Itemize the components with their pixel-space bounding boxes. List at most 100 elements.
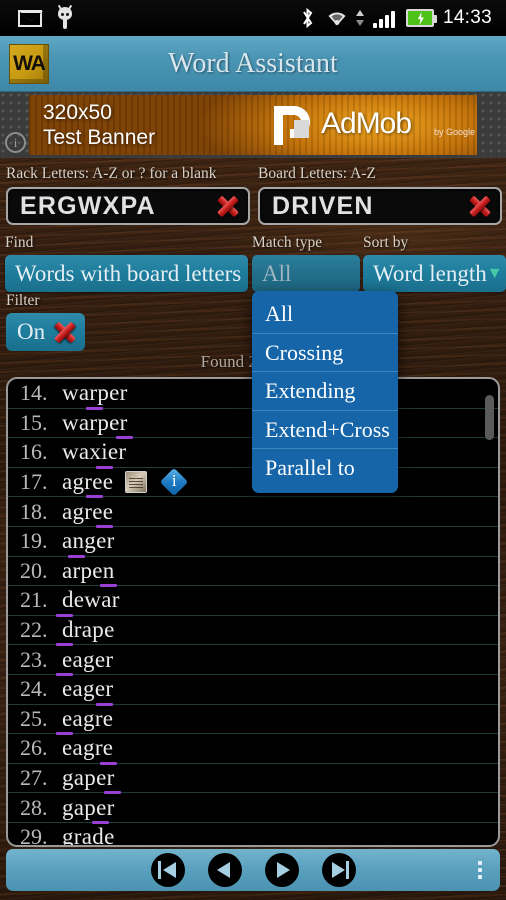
- row-index: 22.: [20, 617, 48, 643]
- sort-by-spinner[interactable]: Word length ▼: [363, 255, 506, 292]
- row-index: 20.: [20, 557, 48, 583]
- list-scrollbar-thumb[interactable]: [485, 395, 494, 440]
- overflow-menu-button[interactable]: [478, 861, 482, 879]
- row-word: eagre: [62, 735, 114, 761]
- find-section: Find Words with board letters: [5, 234, 248, 292]
- android-bug-icon: [56, 4, 74, 29]
- rack-letters-value: ERGWXPA: [20, 191, 156, 220]
- match-type-option-crossing[interactable]: Crossing: [252, 334, 398, 372]
- match-type-value: All: [262, 260, 292, 286]
- ad-brand-attribution: by Google: [434, 127, 476, 137]
- row-word: gaper: [62, 794, 115, 820]
- row-word: agree: [62, 498, 114, 524]
- board-letters-value: DRIVEN: [272, 191, 374, 220]
- row-word: drape: [62, 617, 115, 643]
- row-word: warper: [62, 380, 128, 406]
- previous-page-button[interactable]: [207, 853, 242, 887]
- match-type-option-extend-cross[interactable]: Extend+Cross: [252, 411, 398, 449]
- row-word: eager: [62, 676, 114, 702]
- row-index: 24.: [20, 676, 48, 702]
- filter-value: On: [17, 319, 46, 344]
- clock: 14:33: [442, 7, 492, 28]
- filter-label: Filter: [6, 292, 40, 309]
- ad-banner-container[interactable]: 320x50 Test Banner AdMob by Google i: [0, 92, 506, 158]
- row-index: 27.: [20, 765, 48, 791]
- row-word: grade: [62, 824, 115, 847]
- row-index: 29.: [20, 824, 48, 847]
- ad-headline: 320x50 Test Banner: [43, 100, 155, 150]
- match-type-option-extending[interactable]: Extending: [252, 372, 398, 411]
- table-row[interactable]: 28. gaper: [8, 793, 498, 824]
- results-count-label: Found 269 m: [200, 352, 292, 371]
- match-type-dropdown-menu[interactable]: All Crossing Extending Extend+Cross Para…: [252, 291, 398, 493]
- mail-icon: [18, 9, 43, 27]
- battery-charging-icon: [405, 9, 437, 27]
- table-row[interactable]: 24. eager: [8, 675, 498, 706]
- row-word: eager: [62, 646, 114, 672]
- info-icon[interactable]: i: [160, 467, 189, 497]
- system-status-bar: 14:33: [0, 0, 506, 36]
- app-title-bar: WA Word Assistant: [0, 36, 506, 92]
- admob-logo-icon: [272, 104, 312, 146]
- board-clear-icon[interactable]: [466, 192, 494, 220]
- table-row[interactable]: 19. anger: [8, 527, 498, 558]
- rack-clear-icon[interactable]: [214, 192, 242, 220]
- match-type-section: Match type All: [252, 234, 360, 292]
- row-word: agree: [62, 469, 114, 495]
- row-index: 15.: [20, 409, 48, 435]
- sort-by-value: Word length: [373, 260, 487, 286]
- wifi-icon: [324, 8, 350, 28]
- table-row[interactable]: 26. eagre: [8, 734, 498, 765]
- last-page-button[interactable]: [321, 853, 356, 887]
- find-value: Words with board letters: [15, 260, 242, 286]
- row-word: eagre: [62, 705, 114, 731]
- sort-by-label: Sort by: [363, 234, 409, 251]
- chevron-down-icon: ▼: [486, 264, 503, 282]
- row-word: warper: [62, 409, 128, 435]
- row-word: gaper: [62, 765, 115, 791]
- table-row[interactable]: 21. dewar: [8, 586, 498, 617]
- row-index: 23.: [20, 646, 48, 672]
- row-index: 21.: [20, 587, 48, 613]
- match-type-option-all[interactable]: All: [252, 295, 398, 334]
- first-page-button[interactable]: [150, 853, 185, 887]
- next-page-button[interactable]: [264, 853, 299, 887]
- row-word: arpen: [62, 557, 115, 583]
- row-index: 28.: [20, 794, 48, 820]
- app-logo-icon[interactable]: WA: [9, 43, 49, 84]
- rack-letters-label: Rack Letters: A-Z or ? for a blank: [6, 165, 217, 182]
- match-type-option-parallel-to[interactable]: Parallel to: [252, 449, 398, 487]
- find-spinner[interactable]: Words with board letters: [5, 255, 248, 292]
- table-row[interactable]: 23. eager: [8, 645, 498, 676]
- table-row[interactable]: 20. arpen: [8, 557, 498, 588]
- dictionary-book-icon[interactable]: [125, 471, 148, 494]
- table-row[interactable]: 27. gaper: [8, 764, 498, 795]
- table-row[interactable]: 25. eagre: [8, 705, 498, 736]
- row-index: 17.: [20, 469, 48, 495]
- filter-clear-icon[interactable]: [51, 318, 79, 346]
- bottom-navigation-bar: [6, 849, 500, 891]
- table-row[interactable]: 22. drape: [8, 616, 498, 647]
- admob-test-banner[interactable]: 320x50 Test Banner AdMob by Google: [29, 95, 477, 155]
- sort-by-section: Sort by Word length ▼: [363, 234, 506, 292]
- match-type-spinner[interactable]: All: [252, 255, 360, 292]
- sync-arrows-icon: [355, 9, 364, 27]
- row-word: waxier: [62, 439, 127, 465]
- find-label: Find: [5, 234, 34, 251]
- match-type-label: Match type: [252, 234, 323, 251]
- table-row[interactable]: 29. grade: [8, 823, 498, 847]
- status-bar-notifications: [0, 4, 74, 29]
- board-letters-input[interactable]: DRIVEN: [258, 187, 502, 225]
- rack-letters-section: Rack Letters: A-Z or ? for a blank ERGWX…: [6, 165, 250, 225]
- row-word: anger: [62, 528, 115, 554]
- row-index: 19.: [20, 528, 48, 554]
- ad-line-1: 320x50: [43, 101, 112, 124]
- rack-letters-input[interactable]: ERGWXPA: [6, 187, 250, 225]
- status-bar-system-icons: 14:33: [300, 7, 506, 29]
- signal-strength-icon: [372, 9, 397, 28]
- table-row[interactable]: 18. agree: [8, 497, 498, 528]
- ad-brand-name: AdMob: [321, 107, 412, 140]
- ad-info-icon[interactable]: i: [5, 132, 26, 153]
- filter-toggle-button[interactable]: On: [6, 313, 86, 351]
- row-index: 16.: [20, 439, 48, 465]
